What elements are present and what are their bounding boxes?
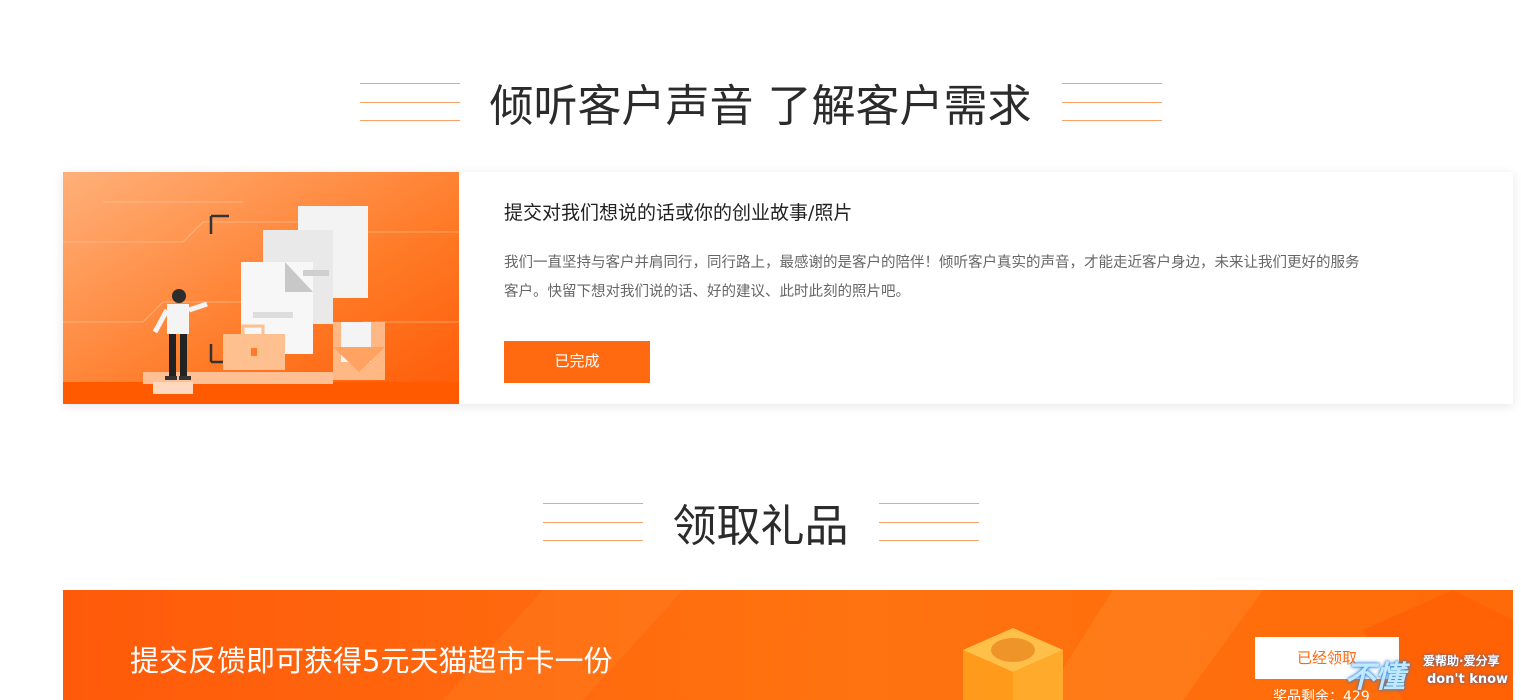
- feedback-description: 我们一直坚持与客户并肩同行，同行路上，最感谢的是客户的陪伴！倾听客户真实的声音，…: [504, 255, 1360, 300]
- section-heading-listen: 倾听客户声音 了解客户需求: [0, 70, 1521, 134]
- feedback-title: 提交对我们想说的话或你的创业故事/照片: [504, 202, 853, 224]
- heading-decoration-left: [542, 503, 643, 541]
- feedback-content: 提交对我们想说的话或你的创业故事/照片 我们一直坚持与客户并肩同行，同行路上，最…: [504, 198, 1364, 383]
- section-title-gift: 领取礼品: [672, 501, 849, 552]
- watermark-slogan: 爱帮助·爱分享: [1423, 654, 1500, 668]
- section-heading-gift: 领取礼品: [0, 490, 1521, 554]
- gift-banner: 提交反馈即可获得5元天猫超市卡一份 已经领取 奖品剩余：429: [63, 590, 1513, 700]
- watermark-logo: 不懂: [1345, 660, 1405, 695]
- gift-promo-text: 提交反馈即可获得5元天猫超市卡一份: [130, 644, 613, 678]
- heading-decoration-right: [878, 503, 979, 541]
- section-title-listen: 倾听客户声音 了解客户需求: [489, 81, 1032, 132]
- office-worker-documents-illustration: [63, 172, 459, 404]
- heading-decoration-left: [359, 83, 460, 121]
- gift-box-illustration: [943, 610, 1083, 700]
- heading-decoration-right: [1061, 83, 1162, 121]
- feedback-card: 提交对我们想说的话或你的创业故事/照片 我们一直坚持与客户并肩同行，同行路上，最…: [63, 172, 1513, 404]
- watermark: 不懂 爱帮助·爱分享 don't know: [1345, 648, 1521, 700]
- watermark-subtitle: don't know: [1427, 672, 1509, 687]
- completed-button[interactable]: 已完成: [504, 341, 650, 383]
